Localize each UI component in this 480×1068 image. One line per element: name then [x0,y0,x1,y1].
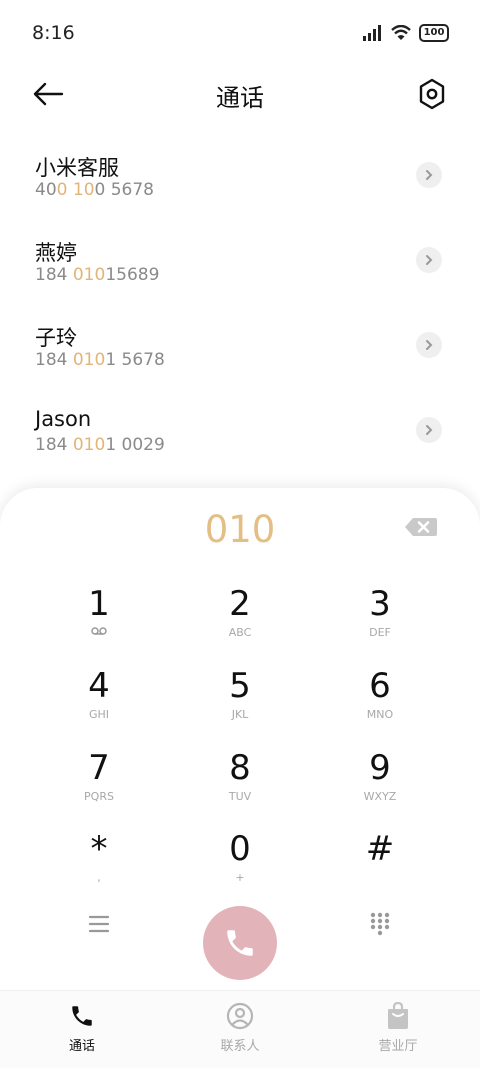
menu-icon[interactable] [88,913,110,935]
status-time: 8:16 [32,22,75,44]
dial-pad: 010 1 2 ABC 3 DEF 4 GHI 5 JKL 6 MNO 7 PQ… [0,488,480,1008]
contact-row[interactable]: Jason 184 0101 0029 [0,395,480,480]
key-1[interactable]: 1 [39,584,159,662]
key-star[interactable]: * , [39,829,159,907]
wifi-icon [391,25,411,40]
settings-hexagon-icon[interactable] [416,77,448,111]
key-3[interactable]: 3 DEF [320,584,440,662]
shopping-bag-icon [388,1002,408,1029]
key-4[interactable]: 4 GHI [39,666,159,744]
chevron-right-icon[interactable] [416,417,442,443]
key-2[interactable]: 2 ABC [180,584,300,662]
phone-icon [227,930,253,956]
key-5[interactable]: 5 JKL [180,666,300,744]
contact-name: 燕婷 [35,241,77,265]
status-icons: 100 [363,24,449,42]
contact-row[interactable]: 子玲 184 0101 5678 [0,310,480,395]
dialpad-grid-icon[interactable] [370,912,390,936]
call-button[interactable] [203,906,277,980]
header: 通话 [0,68,480,120]
chevron-right-icon[interactable] [416,162,442,188]
contact-number: 184 0101 0029 [35,435,165,455]
chevron-right-icon[interactable] [416,247,442,273]
key-7[interactable]: 7 PQRS [39,748,159,826]
voicemail-icon [39,626,159,640]
phone-icon [72,1006,92,1026]
tab-store[interactable]: 营业厅 [348,1001,448,1054]
chevron-right-icon[interactable] [416,332,442,358]
contact-number: 184 01015689 [35,265,160,285]
status-bar: 8:16 100 [0,0,480,68]
contact-name: 子玲 [35,326,77,350]
contact-number: 400 100 5678 [35,180,154,200]
contact-name: 小米客服 [35,156,119,180]
key-6[interactable]: 6 MNO [320,666,440,744]
key-0[interactable]: 0 + [180,829,300,907]
signal-icon [363,25,381,41]
key-8[interactable]: 8 TUV [180,748,300,826]
contact-list: 小米客服 400 100 5678 燕婷 184 01015689 子玲 184… [0,140,480,480]
tab-calls[interactable]: 通话 [32,1001,132,1054]
tab-contacts[interactable]: 联系人 [190,1001,290,1054]
contact-row[interactable]: 燕婷 184 01015689 [0,225,480,310]
battery-icon: 100 [419,24,449,42]
backspace-icon[interactable] [404,516,438,538]
person-icon [226,1002,254,1030]
contact-number: 184 0101 5678 [35,350,165,370]
bottom-nav: 通话 联系人 营业厅 [0,990,480,1068]
key-9[interactable]: 9 WXYZ [320,748,440,826]
contact-row[interactable]: 小米客服 400 100 5678 [0,140,480,225]
page-title: 通话 [216,84,264,112]
contact-name: Jason [35,407,92,431]
key-hash[interactable]: # [320,829,440,907]
